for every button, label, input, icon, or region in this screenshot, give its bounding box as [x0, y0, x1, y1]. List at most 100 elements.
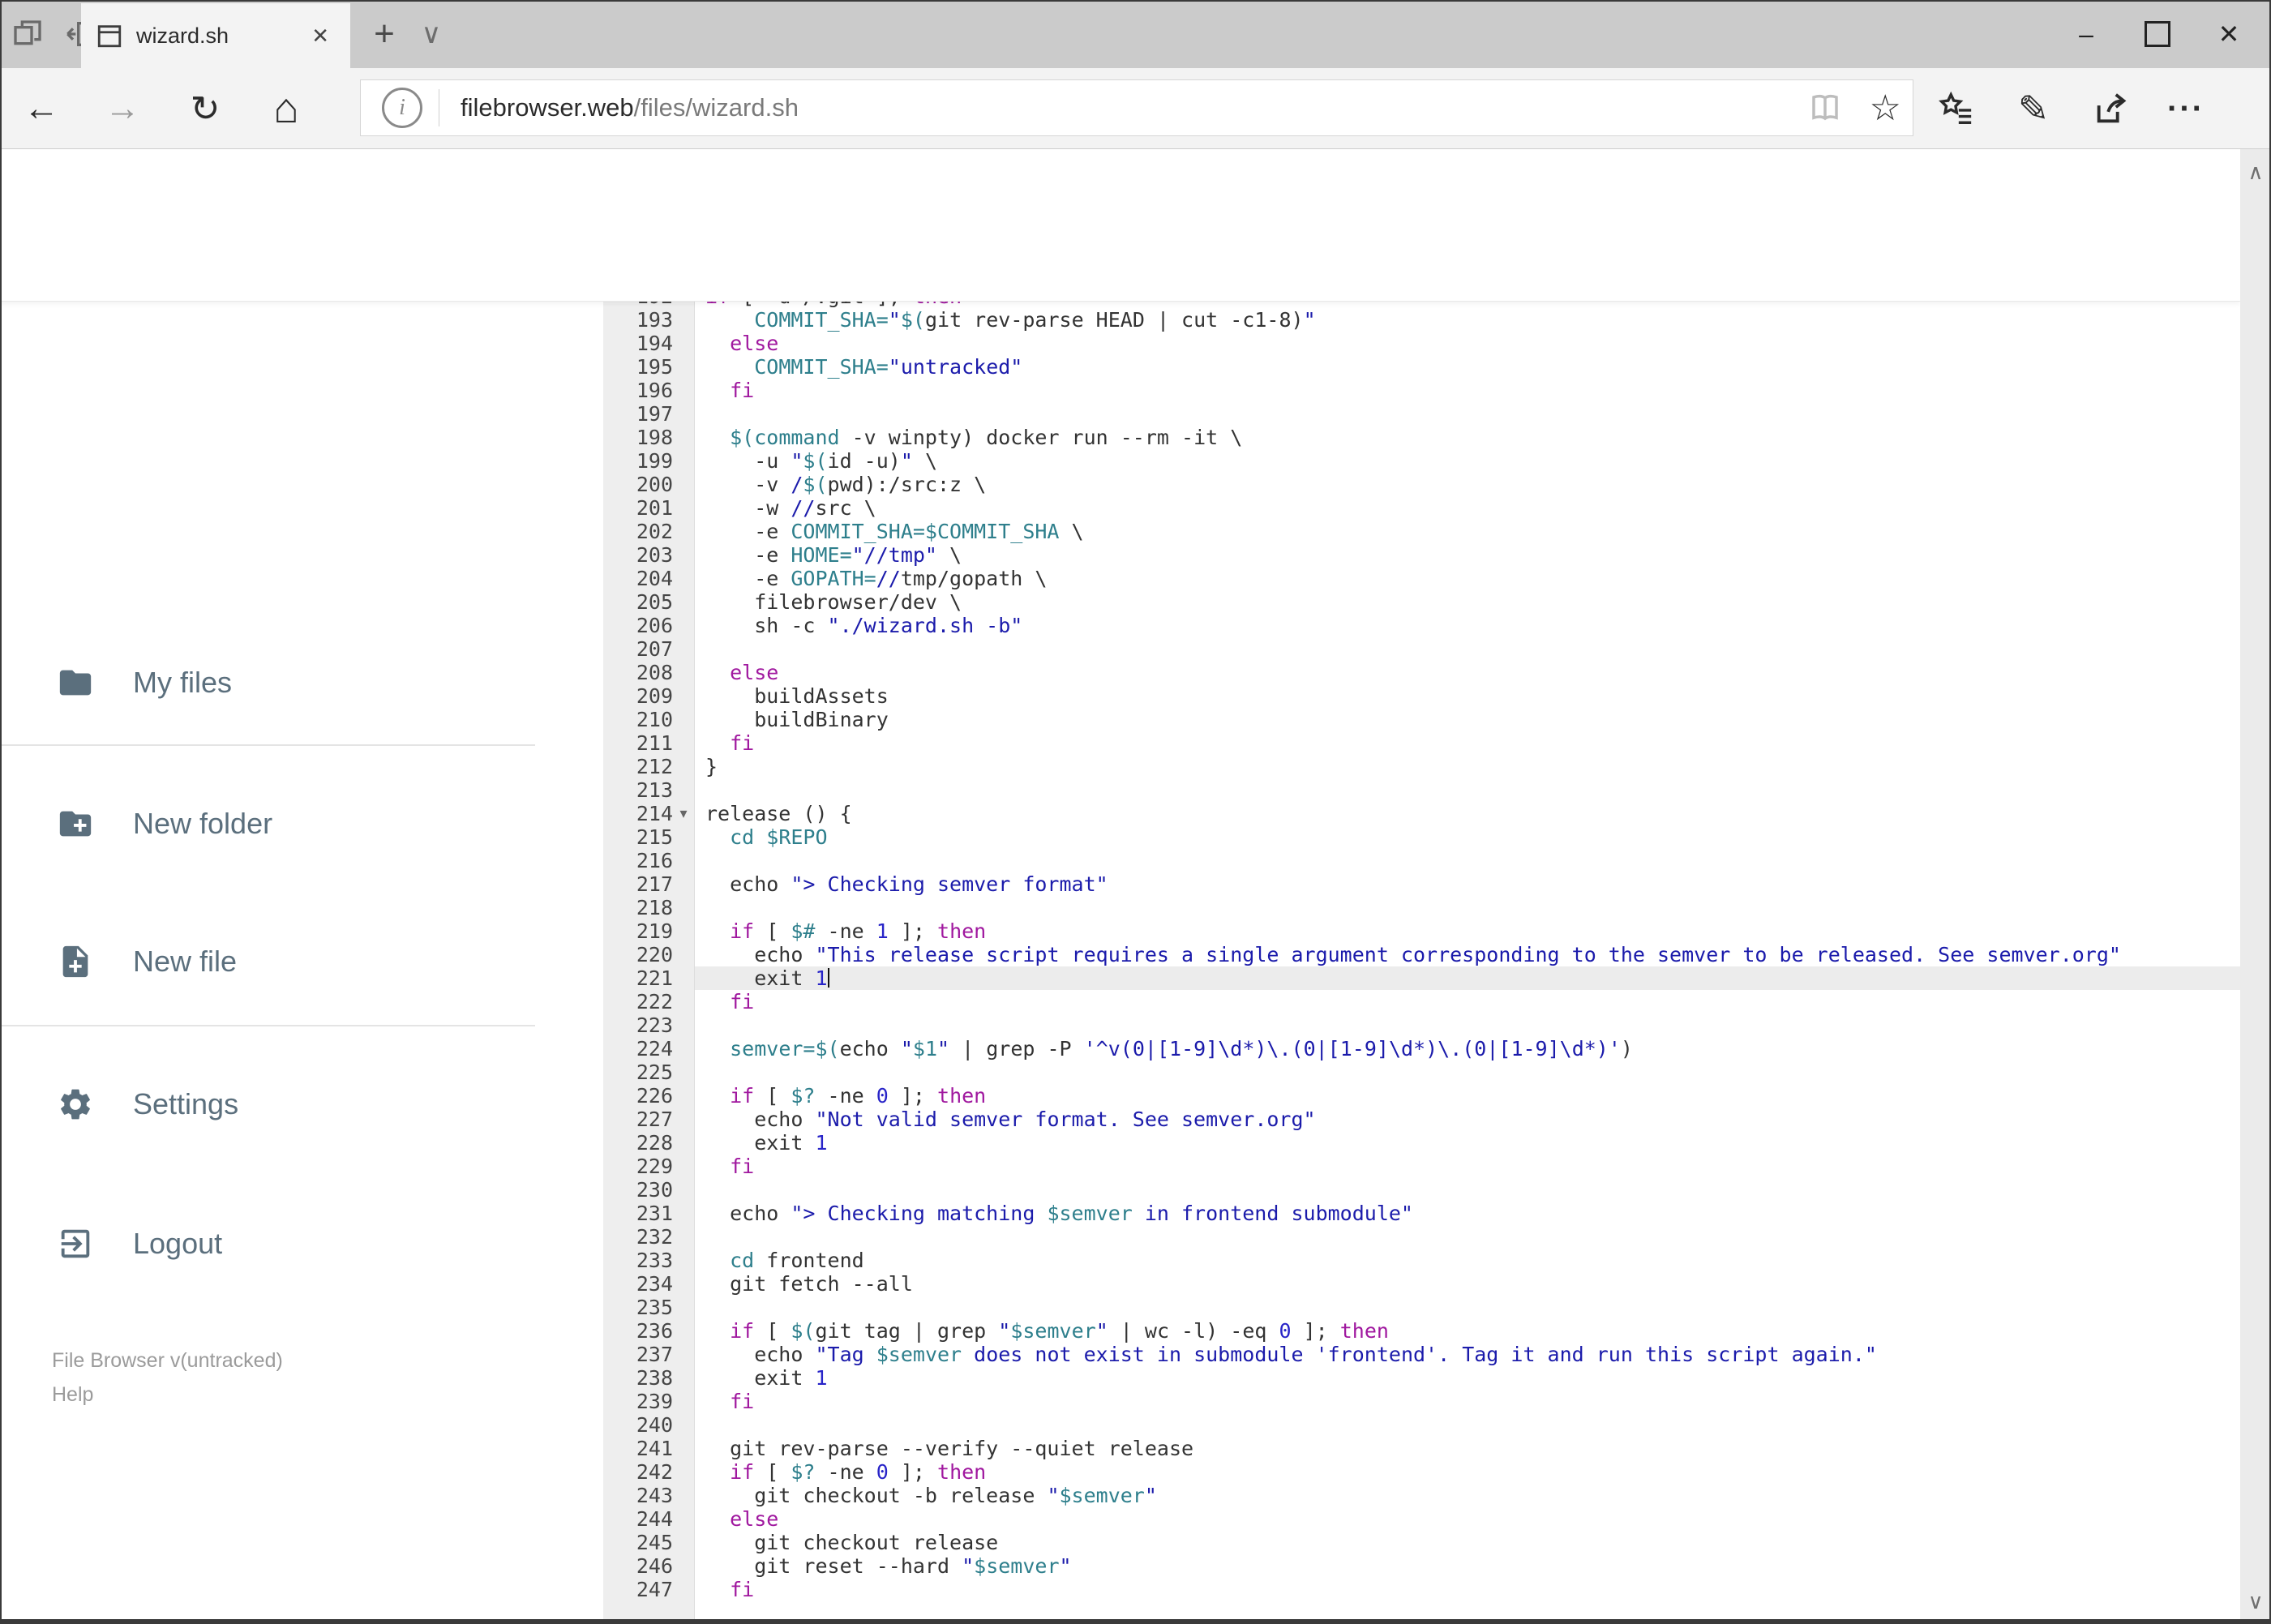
- code-line[interactable]: 218: [603, 896, 2240, 919]
- fold-gutter: [673, 449, 694, 473]
- fold-gutter: [673, 1225, 694, 1249]
- tab-dropdown-icon[interactable]: ∨: [410, 0, 452, 68]
- sidebar-item-logout[interactable]: Logout: [0, 1195, 535, 1292]
- line-number: 197: [603, 402, 695, 426]
- code-line[interactable]: 240: [603, 1413, 2240, 1437]
- code-line[interactable]: 220 echo "This release script requires a…: [603, 943, 2240, 966]
- code-line[interactable]: 205 filebrowser/dev \: [603, 590, 2240, 614]
- code-line[interactable]: 209 buildAssets: [603, 684, 2240, 708]
- browser-tab[interactable]: wizard.sh ✕: [81, 3, 350, 68]
- code-line[interactable]: 204 -e GOPATH=//tmp/gopath \: [603, 567, 2240, 590]
- new-tab-button[interactable]: +: [363, 0, 405, 68]
- code-line[interactable]: 242 if [ $? -ne 0 ]; then: [603, 1460, 2240, 1484]
- code-line[interactable]: 244 else: [603, 1507, 2240, 1531]
- code-line[interactable]: 194 else: [603, 332, 2240, 355]
- refresh-button[interactable]: ↻: [175, 68, 235, 149]
- more-options-icon[interactable]: ···: [2153, 68, 2218, 149]
- code-line[interactable]: 198 $(command -v winpty) docker run --rm…: [603, 426, 2240, 449]
- code-line[interactable]: 197: [603, 402, 2240, 426]
- code-line[interactable]: 226 if [ $? -ne 0 ]; then: [603, 1084, 2240, 1108]
- code-line[interactable]: 228 exit 1: [603, 1131, 2240, 1155]
- code-text: git checkout -b release "$semver": [705, 1484, 1157, 1507]
- code-line[interactable]: 224 semver=$(echo "$1" | grep -P '^v(0|[…: [603, 1037, 2240, 1061]
- code-line[interactable]: 238 exit 1: [603, 1366, 2240, 1390]
- code-line[interactable]: 231 echo "> Checking matching $semver in…: [603, 1202, 2240, 1225]
- window-close-button[interactable]: ✕: [2193, 0, 2265, 68]
- window-minimize-button[interactable]: –: [2050, 0, 2122, 68]
- code-editor[interactable]: 192if [ -d /.git ]; then193 COMMIT_SHA="…: [603, 302, 2240, 1624]
- code-line[interactable]: 243 git checkout -b release "$semver": [603, 1484, 2240, 1507]
- code-line[interactable]: 201 -w //src \: [603, 496, 2240, 520]
- code-line[interactable]: 217 echo "> Checking semver format": [603, 872, 2240, 896]
- fold-gutter: [673, 1554, 694, 1578]
- code-line[interactable]: 213: [603, 778, 2240, 802]
- code-line[interactable]: 192if [ -d /.git ]; then: [603, 302, 2240, 308]
- scroll-up-icon[interactable]: ∧: [2240, 154, 2271, 190]
- line-number: 243: [603, 1484, 695, 1507]
- code-line[interactable]: 208 else: [603, 661, 2240, 684]
- tab-close-icon[interactable]: ✕: [305, 20, 336, 52]
- code-line[interactable]: 247 fi: [603, 1578, 2240, 1601]
- code-line[interactable]: 214 ▾ release () {: [603, 802, 2240, 825]
- code-line[interactable]: 211 fi: [603, 731, 2240, 755]
- forward-button[interactable]: →: [92, 68, 152, 149]
- code-line[interactable]: 195 COMMIT_SHA="untracked": [603, 355, 2240, 379]
- tabs-aside-icon[interactable]: [11, 18, 44, 50]
- sidebar-item-new-file[interactable]: New file: [0, 913, 535, 1010]
- code-line[interactable]: 212}: [603, 755, 2240, 778]
- vertical-scrollbar[interactable]: ∧ ∨: [2240, 149, 2271, 1624]
- code-line[interactable]: 219 if [ $# -ne 1 ]; then: [603, 919, 2240, 943]
- code-line[interactable]: 237 echo "Tag $semver does not exist in …: [603, 1343, 2240, 1366]
- code-line[interactable]: 245 git checkout release: [603, 1531, 2240, 1554]
- code-line[interactable]: 202 -e COMMIT_SHA=$COMMIT_SHA \: [603, 520, 2240, 543]
- window-maximize-button[interactable]: [2122, 0, 2193, 68]
- code-line[interactable]: 221 exit 1: [603, 966, 2240, 990]
- code-line[interactable]: 207: [603, 637, 2240, 661]
- code-line[interactable]: 235: [603, 1296, 2240, 1319]
- code-line[interactable]: 200 -v /$(pwd):/src:z \: [603, 473, 2240, 496]
- sidebar-item-new-folder[interactable]: New folder: [0, 775, 535, 872]
- code-line[interactable]: 229 fi: [603, 1155, 2240, 1178]
- site-info-icon[interactable]: i: [382, 88, 422, 128]
- code-line[interactable]: 246 git reset --hard "$semver": [603, 1554, 2240, 1578]
- code-line[interactable]: 232: [603, 1225, 2240, 1249]
- fold-gutter: [673, 1531, 694, 1554]
- scroll-down-icon[interactable]: ∨: [2240, 1583, 2271, 1619]
- code-line[interactable]: 236 if [ $(git tag | grep "$semver" | wc…: [603, 1319, 2240, 1343]
- code-line[interactable]: 206 sh -c "./wizard.sh -b": [603, 614, 2240, 637]
- hub-icon[interactable]: [1923, 68, 1988, 149]
- share-page-icon[interactable]: [2079, 68, 2144, 149]
- code-line[interactable]: 193 COMMIT_SHA="$(git rev-parse HEAD | c…: [603, 308, 2240, 332]
- code-line[interactable]: 239 fi: [603, 1390, 2240, 1413]
- fold-gutter: [673, 332, 694, 355]
- code-line[interactable]: 223: [603, 1013, 2240, 1037]
- line-number: 208: [603, 661, 695, 684]
- code-line[interactable]: 234 git fetch --all: [603, 1272, 2240, 1296]
- sidebar-item-label: New folder: [133, 807, 273, 840]
- code-line[interactable]: 215 cd $REPO: [603, 825, 2240, 849]
- reading-view-icon[interactable]: [1808, 91, 1842, 125]
- code-line[interactable]: 203 -e HOME="//tmp" \: [603, 543, 2240, 567]
- code-line[interactable]: 196 fi: [603, 379, 2240, 402]
- url-text[interactable]: filebrowser.web/files/wizard.sh: [461, 93, 1808, 122]
- code-line[interactable]: 216: [603, 849, 2240, 872]
- code-line[interactable]: 230: [603, 1178, 2240, 1202]
- code-line[interactable]: 210 buildBinary: [603, 708, 2240, 731]
- home-button[interactable]: ⌂: [256, 68, 316, 149]
- address-bar[interactable]: i filebrowser.web/files/wizard.sh ☆: [360, 79, 1913, 136]
- sidebar-item-settings[interactable]: Settings: [0, 1056, 535, 1153]
- line-number: 216: [603, 849, 695, 872]
- code-line[interactable]: 225: [603, 1061, 2240, 1084]
- code-line[interactable]: 233 cd frontend: [603, 1249, 2240, 1272]
- code-text: -e COMMIT_SHA=$COMMIT_SHA \: [705, 520, 1084, 543]
- code-line[interactable]: 241 git rev-parse --verify --quiet relea…: [603, 1437, 2240, 1460]
- fold-marker-icon[interactable]: ▾: [673, 802, 694, 825]
- back-button[interactable]: ←: [11, 68, 71, 149]
- code-line[interactable]: 199 -u "$(id -u)" \: [603, 449, 2240, 473]
- sidebar-item-my-files[interactable]: My files: [0, 634, 535, 731]
- code-line[interactable]: 227 echo "Not valid semver format. See s…: [603, 1108, 2240, 1131]
- favorite-star-icon[interactable]: ☆: [1870, 88, 1901, 129]
- code-line[interactable]: 222 fi: [603, 990, 2240, 1013]
- web-notes-pen-icon[interactable]: ✎: [2001, 68, 2066, 149]
- help-link[interactable]: Help: [52, 1378, 283, 1411]
